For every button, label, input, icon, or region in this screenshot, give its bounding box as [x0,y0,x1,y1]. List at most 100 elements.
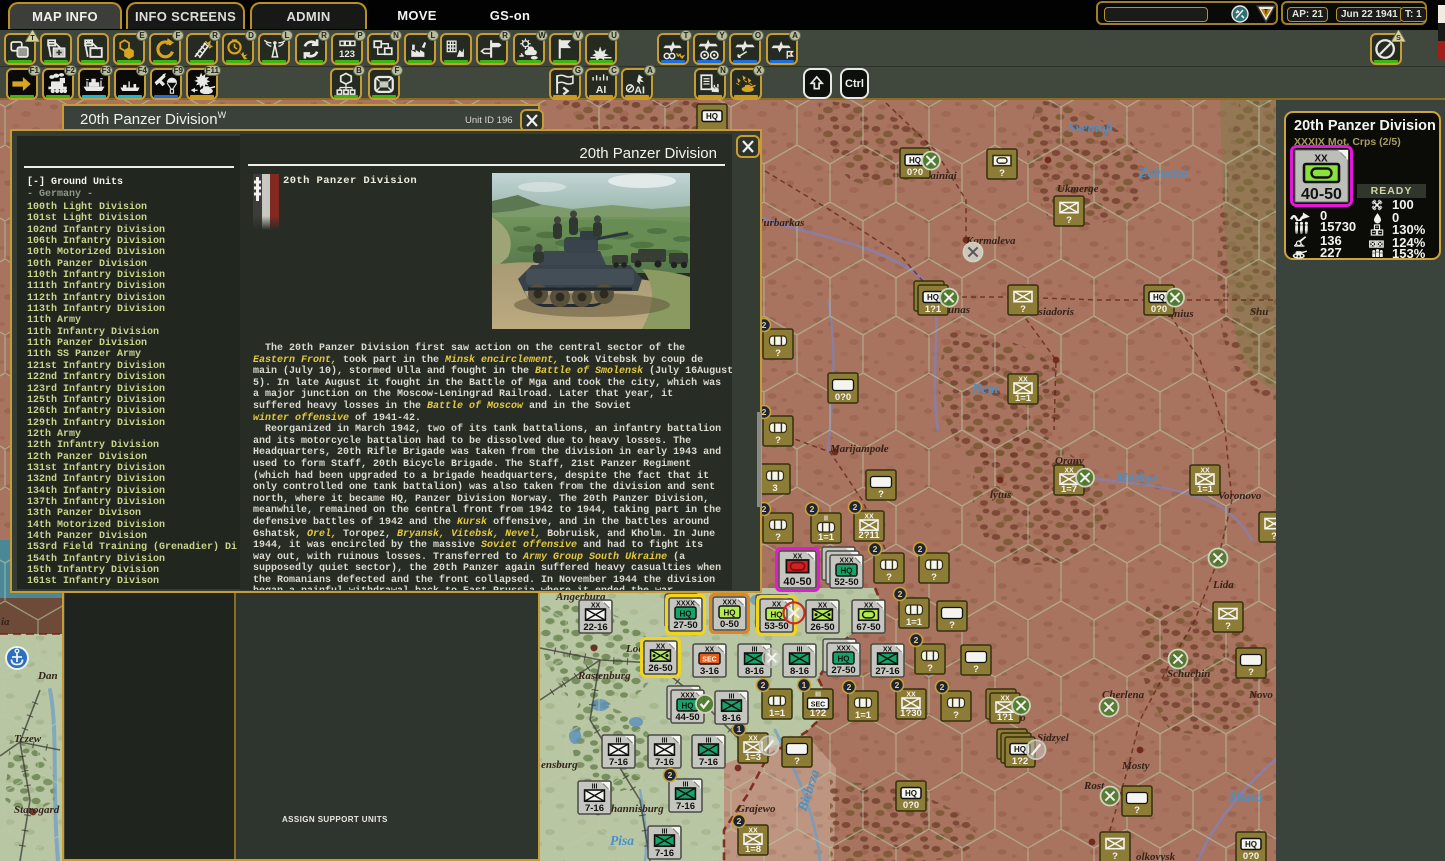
map-counter-40-50[interactable]: XX40-50 [777,549,819,591]
map-counter-q[interactable]: ? [782,737,812,767]
unit-list-item[interactable]: 122nd Infantry Division [27,372,237,383]
map-counter-q[interactable]: ? [1213,602,1243,632]
unit-list-item[interactable]: 14th Panzer Division [27,531,237,542]
unit-list-item[interactable]: 100th Light Division [27,202,237,213]
map-counter-q[interactable]: ? [1008,285,1038,315]
shift-key-button[interactable] [803,68,832,99]
command-input[interactable] [1104,7,1208,22]
victory-locations-button[interactable]: V [549,33,581,65]
map-counter-27-50[interactable]: XXXHQ27-50 [823,639,860,676]
air-ground-attack-button[interactable]: Y [693,33,725,65]
unit-list-item[interactable]: 125th Infantry Division [27,395,237,406]
hex-info-button[interactable]: E [113,33,145,65]
unit-list-item[interactable]: 121st Infantry Division [27,361,237,372]
air-recon-button[interactable]: O [729,33,761,65]
assign-support-units-label[interactable]: ASSIGN SUPPORT UNITS [282,815,388,824]
commanders-report-button[interactable]: N [694,68,726,100]
jump-map-button[interactable]: T [4,33,36,65]
map-counter-q[interactable]: ? [1100,832,1130,861]
map-counter-q[interactable]: ? [1054,196,1084,226]
mode-gs-on[interactable]: GS-on [480,0,540,30]
ctrl-key-button[interactable]: Ctrl [840,68,869,99]
map-counter-q[interactable]: ? [961,645,991,675]
show-combat-values-button[interactable]: 123P [331,33,363,65]
unit-list-item[interactable]: 101st Light Division [27,213,237,224]
close-button[interactable] [736,135,760,158]
list-root-node[interactable]: [-] Ground Units [27,177,123,188]
map-counter-27-50[interactable]: XXXXHQ27-50 [665,594,705,634]
weather-button[interactable]: W [513,33,545,65]
map-counter-7-16[interactable]: III7-16 [648,735,681,768]
show-hq-links-button[interactable]: N [367,33,399,65]
unit-list-item[interactable]: 113th Infantry Division [27,304,237,315]
unit-list-item[interactable]: 126th Infantry Division [27,406,237,417]
add-map-view-button[interactable] [40,33,72,65]
tab-admin[interactable]: ADMIN [250,2,367,29]
map-counter-1=1[interactable]: XX1=1 [1190,465,1220,495]
map-counter-0-50[interactable]: XXXHQ0-50 [711,595,749,633]
map-counter-26-50[interactable]: XX26-50 [642,639,680,677]
map-counter-7-16[interactable]: III7-16 [578,781,611,814]
unit-list-item[interactable]: 12th Infantry Division [27,440,237,451]
tab-info-screens[interactable]: INFO SCREENS [126,2,245,29]
naval-transport-mode-button[interactable]: F3 [78,68,110,100]
tools-icon[interactable] [1231,5,1249,23]
rail-usage-button[interactable] [440,33,472,65]
radio-intercept-button[interactable]: L [258,33,290,65]
map-counter-7-16[interactable]: III7-16 [602,735,635,768]
ferry-mode-button[interactable]: F [368,68,400,100]
unit-list-item[interactable]: 12th Army [27,429,237,440]
map-counter-22-16[interactable]: XX22-16 [579,600,612,633]
map-counter-52-50[interactable]: XXXHQ52-50 [822,547,863,588]
map-counter-q[interactable]: ? [1122,786,1152,816]
map-counter-3-16[interactable]: XXSEC3-16 [693,644,726,677]
map-counter-3[interactable]: 3 [760,464,790,494]
map-counter-q[interactable]: ? [1236,648,1266,678]
air-drop-mode-button[interactable]: F9 [150,68,182,100]
map-counter-67-50[interactable]: XX67-50 [852,600,885,633]
unit-list-item[interactable]: 13th Panzer Divison [27,508,237,519]
unit-list-item[interactable]: 153rd Field Training (Grenadier) Di [27,542,237,553]
unit-list-item[interactable]: 12th Panzer Division [27,452,237,463]
ground-attack-mode-button[interactable]: F11 [186,68,218,100]
ai-assist-button[interactable]: AIC [585,68,617,100]
map-counter-0q0[interactable]: 0?0 [828,373,858,403]
map-counter-27-16[interactable]: XX27-16 [871,644,904,677]
unit-list-item[interactable]: 134th Infantry Division [27,486,237,497]
unit-list-item[interactable]: 112th Infantry Division [27,293,237,304]
map-counter-q[interactable]: ? [987,149,1017,179]
move-mode-button[interactable]: F1 [6,68,38,100]
unit-list-item[interactable]: 11th SS Panzer Army [27,349,237,360]
unit-list-item[interactable]: 111th Infantry Division [27,281,237,292]
unit-list-item[interactable]: 161st Infantry Divison [27,576,237,587]
unit-counter[interactable]: XX 40-50 [1290,145,1353,207]
map-counter-7-16[interactable]: III7-16 [692,735,725,768]
unit-list-item[interactable]: 10th Motorized Division [27,247,237,258]
end-turn-button[interactable]: S [1370,33,1402,65]
show-movement-button[interactable]: F [149,33,181,65]
amphibious-mode-button[interactable]: F4 [114,68,146,100]
map-counter-q[interactable]: ? [866,470,896,500]
delayed-attack-button[interactable]: D [222,33,254,65]
unit-list-item[interactable]: 10th Panzer Division [27,259,237,270]
map-counter-7-16[interactable]: III7-16 [648,826,681,859]
unit-list-item[interactable]: 154th Infantry Division [27,554,237,565]
air-superiority-button[interactable]: T [657,33,689,65]
rail-damage-button[interactable]: R [186,33,218,65]
factory-locations-button[interactable]: L [404,33,436,65]
unit-list-item[interactable]: 106th Infantry Division [27,236,237,247]
unit-list-item[interactable]: 131st Infantry Division [27,463,237,474]
refresh-display-button[interactable]: R [295,33,327,65]
unit-list-item[interactable]: 129th Infantry Division [27,418,237,429]
objectives-toggle-button[interactable]: G [549,68,581,100]
scrollbar-thumb[interactable] [757,412,761,507]
ai-air-assist-button[interactable]: AIA [621,68,653,100]
map-counter-q[interactable]: ? [937,601,967,631]
show-battles-button[interactable]: U [585,33,617,65]
rail-transport-mode-button[interactable]: F2 [42,68,74,100]
unit-list-item[interactable]: 11th Army [27,315,237,326]
map-counter-0q0[interactable]: HQ0?0 [1236,832,1266,861]
unit-list-item[interactable]: 110th Infantry Division [27,270,237,281]
remove-map-view-button[interactable] [77,33,109,65]
map-counter-1=1[interactable]: XX1=1 [1008,374,1038,404]
